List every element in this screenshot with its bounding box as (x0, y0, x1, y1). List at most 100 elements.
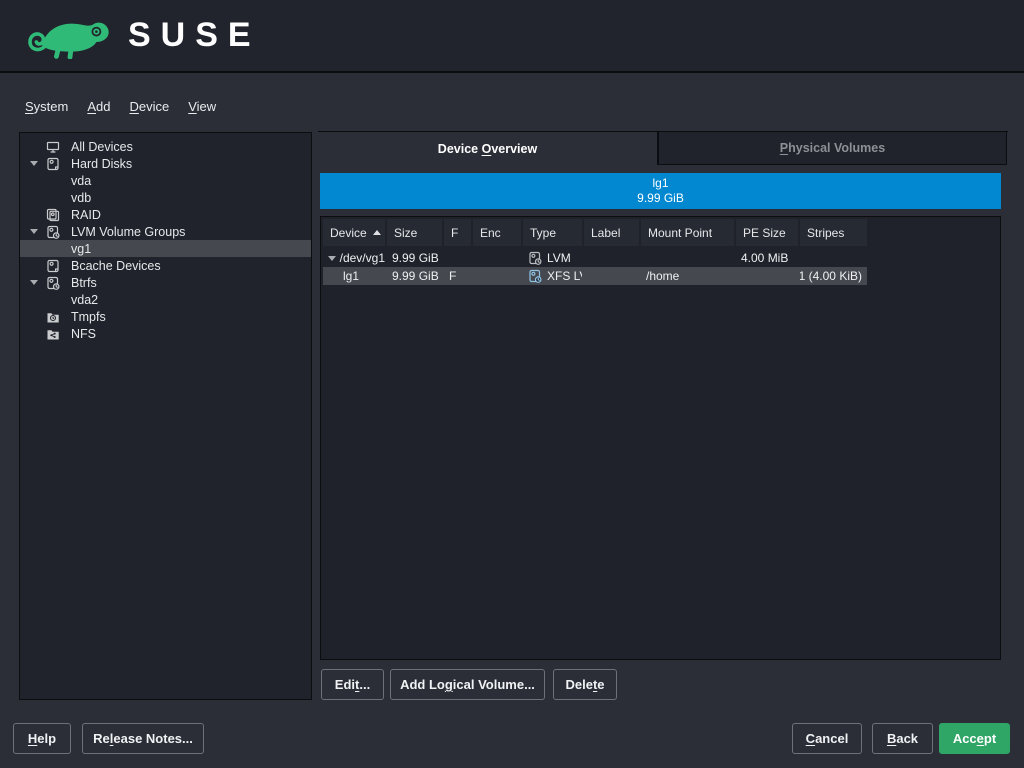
disk-clock-icon (46, 276, 66, 290)
disk-clock-icon (46, 225, 66, 239)
device-table: Device Size F Enc Type Label Mount Point PE Siz… (320, 216, 1001, 660)
cell-type: LVM (523, 249, 582, 267)
column-header-label: Mount Point (648, 226, 712, 240)
column-header-pe-size[interactable]: PE Size (736, 219, 798, 246)
disk-icon (46, 259, 66, 273)
tree-item-lvm-volume-groups[interactable]: LVM Volume Groups (20, 223, 311, 240)
device-tree: All Devices Hard Disks vda vdb RAID LVM Volum… (20, 138, 311, 342)
accept-button[interactable]: Accept (939, 723, 1010, 754)
tree-item-vdb[interactable]: vdb (20, 189, 311, 206)
tree-item-label: vda (71, 174, 91, 188)
brand-wordmark: SUSE (128, 16, 261, 55)
folder-share-icon (46, 327, 66, 341)
column-header-label: Enc (480, 226, 501, 240)
cell-label (584, 267, 639, 285)
title-bar: SUSE (0, 0, 1024, 73)
column-header-stripes[interactable]: Stripes (800, 219, 867, 246)
column-header-label[interactable]: Label (584, 219, 639, 246)
cell-size: 9.99 GiB (387, 249, 442, 267)
tab-device-overview[interactable]: Device Overview (318, 132, 658, 165)
tree-item-label: vg1 (71, 242, 91, 256)
expander-icon[interactable] (30, 280, 46, 285)
cell-encrypted (473, 249, 521, 267)
device-table-body: /dev/vg19.99 GiBLVM4.00 MiBlg19.99 GiBFX… (323, 249, 1000, 285)
cell-mount-point: /home (641, 267, 734, 285)
cell-size: 9.99 GiB (387, 267, 442, 285)
cell-pe-size (736, 267, 798, 285)
tree-item-label: LVM Volume Groups (71, 225, 185, 239)
menu-device[interactable]: Device (129, 99, 169, 114)
tab-physical-volumes[interactable]: Physical Volumes (658, 132, 1007, 165)
edit-button[interactable]: Edit... (321, 669, 384, 700)
raid-icon (46, 208, 66, 222)
add-logical-volume-button[interactable]: Add Logical Volume... (390, 669, 545, 700)
tree-item-label: Tmpfs (71, 310, 106, 324)
column-header-enc[interactable]: Enc (473, 219, 521, 246)
cell-label (584, 249, 639, 267)
main-window: SUSE System Add Device View All Devices H… (0, 0, 1024, 768)
cell-mount-point (641, 249, 734, 267)
table-row-lg1[interactable]: lg19.99 GiBFXFS LV/home1 (4.00 KiB) (323, 267, 867, 285)
delete-button[interactable]: Delete (553, 669, 617, 700)
tree-item-label: NFS (71, 327, 96, 341)
tree-item-vda[interactable]: vda (20, 172, 311, 189)
tree-item-nfs[interactable]: NFS (20, 325, 311, 342)
help-button[interactable]: Help (13, 723, 71, 754)
suse-logo: SUSE (26, 9, 261, 62)
tree-item-raid[interactable]: RAID (20, 206, 311, 223)
device-table-header: Device Size F Enc Type Label Mount Point PE Siz… (323, 219, 1000, 246)
tree-item-label: Bcache Devices (71, 259, 161, 273)
column-header-mount-point[interactable]: Mount Point (641, 219, 734, 246)
tree-item-all-devices[interactable]: All Devices (20, 138, 311, 155)
tree-item-label: vdb (71, 191, 91, 205)
cell-pe-size: 4.00 MiB (736, 249, 798, 267)
column-header-size[interactable]: Size (387, 219, 442, 246)
tree-item-label: Hard Disks (71, 157, 132, 171)
tree-item-label: Btrfs (71, 276, 97, 290)
tree-item-label: All Devices (71, 140, 133, 154)
cell-format (444, 249, 471, 267)
cell-device: /dev/vg1 (323, 249, 385, 267)
vg-banner-size: 9.99 GiB (637, 191, 684, 206)
column-header-label: Device (330, 226, 367, 240)
tree-item-vda2[interactable]: vda2 (20, 291, 311, 308)
column-header-label: Type (530, 226, 556, 240)
expander-icon[interactable] (30, 161, 46, 166)
back-button[interactable]: Back (872, 723, 933, 754)
tree-item-bcache-devices[interactable]: Bcache Devices (20, 257, 311, 274)
cell-stripes: 1 (4.00 KiB) (800, 267, 867, 285)
disk-clock-icon (528, 269, 542, 283)
menu-system[interactable]: System (25, 99, 68, 114)
vg-banner: lg1 9.99 GiB (320, 173, 1001, 209)
cell-device: lg1 (323, 267, 385, 285)
column-header-label: Stripes (807, 226, 844, 240)
disk-icon (46, 157, 66, 171)
folder-clock-icon (46, 310, 66, 324)
tree-item-tmpfs[interactable]: Tmpfs (20, 308, 311, 325)
menu-bar: System Add Device View (25, 99, 216, 114)
vg-banner-title: lg1 (652, 176, 668, 191)
release-notes-button[interactable]: Release Notes... (82, 723, 204, 754)
tree-item-btrfs[interactable]: Btrfs (20, 274, 311, 291)
expander-icon[interactable] (30, 229, 46, 234)
column-header-label: F (451, 226, 458, 240)
monitor-icon (46, 140, 66, 154)
device-tree-panel: All Devices Hard Disks vda vdb RAID LVM Volum… (19, 132, 312, 700)
sort-ascending-icon (373, 230, 381, 235)
tree-item-vg1[interactable]: vg1 (20, 240, 311, 257)
column-header-device[interactable]: Device (323, 219, 385, 246)
suse-chameleon-icon (26, 9, 114, 62)
tab-bar: Device Overview Physical Volumes (318, 131, 1008, 165)
tree-item-label: RAID (71, 208, 101, 222)
cell-type: XFS LV (523, 267, 582, 285)
cancel-button[interactable]: Cancel (792, 723, 862, 754)
expander-icon[interactable] (328, 256, 340, 261)
column-header-f[interactable]: F (444, 219, 471, 246)
column-header-label: Size (394, 226, 417, 240)
tree-item-hard-disks[interactable]: Hard Disks (20, 155, 311, 172)
column-header-type[interactable]: Type (523, 219, 582, 246)
menu-view[interactable]: View (188, 99, 216, 114)
menu-add[interactable]: Add (87, 99, 110, 114)
table-row-dev-vg1[interactable]: /dev/vg19.99 GiB LVM 4.00 MiB (323, 249, 867, 267)
column-header-label: Label (591, 226, 620, 240)
